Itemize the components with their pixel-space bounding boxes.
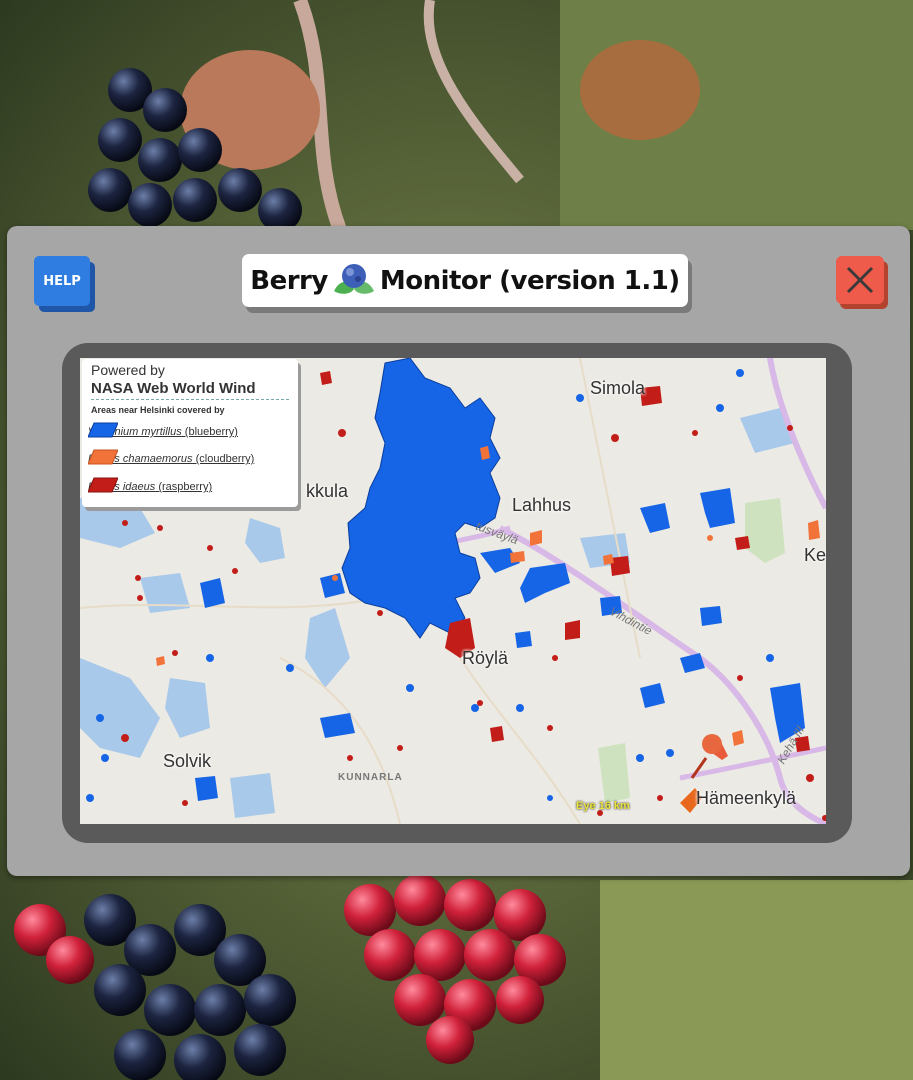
- place-label-simola: Simola: [590, 378, 646, 398]
- legend-common-cloudberry: (cloudberry): [192, 453, 255, 465]
- place-label-lahhus: Lahhus: [512, 495, 572, 515]
- title-right: Monitor (version 1.1): [379, 265, 680, 296]
- blueberry-swatch-icon: [88, 422, 118, 438]
- close-icon: [846, 266, 874, 294]
- legend-provider: NASA Web World Wind: [91, 380, 256, 397]
- legend-common-blueberry: (blueberry): [181, 426, 238, 438]
- world-wind-map[interactable]: Simola kkula Lahhus Röylä Solvik KUNNARL…: [80, 358, 826, 824]
- cloudberry-swatch-icon: [88, 449, 118, 465]
- berry-monitor-panel: HELP Berry Monitor (version 1.1) Simola …: [7, 226, 910, 876]
- legend-item-raspberry[interactable]: Rubus idaeus (raspberry): [88, 477, 212, 497]
- app-title: Berry Monitor (version 1.1): [242, 254, 688, 307]
- raspberry-swatch-icon: [88, 477, 118, 493]
- legend-item-blueberry[interactable]: Vaccinium myrtillus (blueberry): [88, 422, 238, 442]
- map-frame: Simola kkula Lahhus Röylä Solvik KUNNARL…: [62, 343, 852, 843]
- legend-divider: [91, 399, 289, 400]
- place-label-roylä: Röylä: [462, 648, 509, 668]
- berry-logo-icon: [332, 261, 376, 301]
- map-legend: Powered by NASA Web World Wind Areas nea…: [82, 359, 298, 507]
- title-left: Berry: [250, 265, 328, 296]
- place-label-kunnarla: KUNNARLA: [338, 772, 403, 783]
- help-button[interactable]: HELP: [34, 256, 90, 306]
- place-label-solvik: Solvik: [163, 751, 212, 771]
- place-label-ke: Ke: [804, 545, 826, 565]
- legend-item-cloudberry[interactable]: Rubus chamaemorus (cloudberry): [88, 449, 254, 469]
- close-button[interactable]: [836, 256, 884, 304]
- legend-powered-by: Powered by: [91, 362, 165, 378]
- eye-altitude-readout: Eye 16 km: [576, 800, 630, 812]
- legend-areas-heading: Areas near Helsinki covered by: [91, 405, 225, 415]
- place-label-hameenkyla: Hämeenkylä: [696, 788, 797, 808]
- legend-common-raspberry: (raspberry): [155, 481, 213, 493]
- place-label-kkula: kkula: [306, 481, 349, 501]
